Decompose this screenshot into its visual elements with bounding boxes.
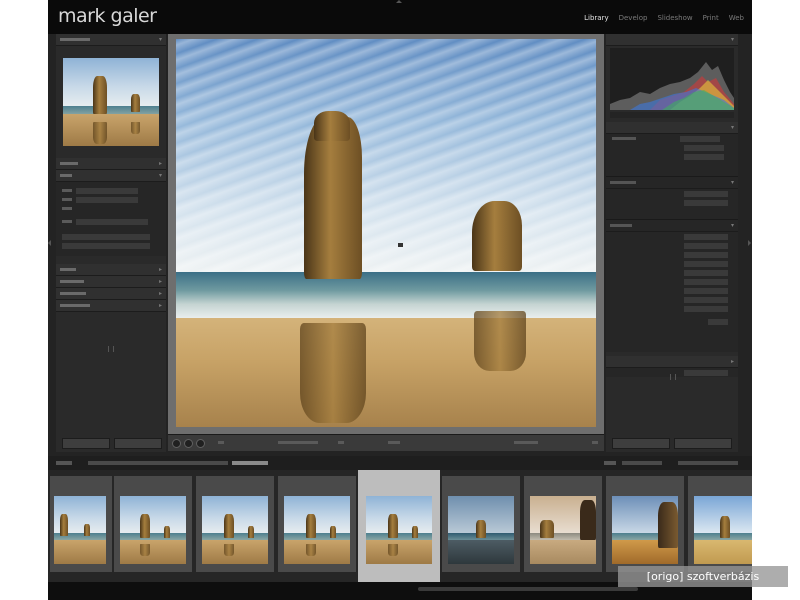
filmstrip-thumb[interactable] [50, 476, 112, 572]
quick-develop-row[interactable] [606, 143, 738, 152]
top-bar: mark galer Library Develop Slideshow Pri… [48, 0, 752, 34]
keywording-header[interactable]: ▾ [606, 177, 738, 189]
sync-settings-button[interactable] [674, 438, 732, 449]
filmstrip-thumb[interactable] [606, 476, 684, 572]
chevron-left-icon[interactable] [48, 240, 51, 246]
main-photo[interactable] [176, 39, 596, 427]
filmstrip-thumb[interactable] [442, 476, 520, 572]
filmstrip-filter-stars[interactable] [622, 461, 662, 465]
keywording-row[interactable] [606, 189, 738, 198]
toolbar-rotate[interactable] [388, 441, 400, 444]
find-panel-body [56, 182, 166, 256]
keywording-row[interactable] [606, 198, 738, 207]
histogram [610, 48, 734, 110]
filmstrip-source-path[interactable] [88, 461, 228, 465]
scrollbar-thumb[interactable] [418, 587, 638, 591]
module-print[interactable]: Print [703, 14, 719, 22]
filmstrip-header [48, 456, 752, 470]
filmstrip-filter-label [604, 461, 616, 465]
metadata-row[interactable] [606, 250, 738, 259]
module-slideshow[interactable]: Slideshow [657, 14, 692, 22]
import-button[interactable] [62, 438, 110, 449]
toolbar-info[interactable] [514, 441, 538, 444]
right-panel: ▾ ▾ ▾ ▾ ▸ [606, 34, 738, 452]
metadata-row[interactable] [606, 259, 738, 268]
histogram-header[interactable]: ▾ [606, 34, 738, 46]
panel-end-mark-icon [108, 346, 114, 352]
histogram-readout [610, 112, 734, 118]
export-button[interactable] [114, 438, 162, 449]
toolbar-menu[interactable] [592, 441, 598, 444]
metadata-body [606, 232, 738, 352]
metadata-row[interactable] [606, 286, 738, 295]
module-develop[interactable]: Develop [619, 14, 648, 22]
filmstrip-filter-controls[interactable] [678, 461, 738, 465]
module-web[interactable]: Web [729, 14, 744, 22]
find-row[interactable] [56, 204, 166, 213]
toolbar-flag[interactable] [338, 441, 344, 444]
loupe-view-icon[interactable] [184, 439, 193, 448]
identity-plate: mark galer [58, 5, 157, 27]
filmstrip-thumb[interactable] [524, 476, 602, 572]
find-row[interactable] [56, 217, 166, 226]
comments-header[interactable]: ▸ [606, 356, 738, 368]
quick-develop-row[interactable] [606, 152, 738, 161]
find-row[interactable] [56, 186, 166, 195]
metadata-row[interactable] [606, 277, 738, 286]
collections-header[interactable]: ▸ [56, 276, 166, 288]
metadata-row[interactable] [606, 317, 738, 326]
quick-develop-row[interactable] [606, 134, 738, 143]
find-header[interactable]: ▾ [56, 170, 166, 182]
find-row[interactable] [56, 232, 166, 241]
navigator-header[interactable]: ▾ [56, 34, 166, 46]
metadata-row[interactable] [606, 241, 738, 250]
filmstrip-current-file [232, 461, 268, 465]
find-row[interactable] [56, 241, 166, 250]
metadata-row[interactable] [606, 268, 738, 277]
metadata-browser-header[interactable]: ▸ [56, 300, 166, 312]
panel-end-mark-icon [670, 374, 676, 380]
sync-metadata-button[interactable] [612, 438, 670, 449]
toolbar-sort-control[interactable] [218, 441, 224, 444]
filmstrip-thumb[interactable] [688, 476, 752, 572]
navigator-preview[interactable] [63, 58, 159, 146]
toolbar [168, 434, 604, 451]
filmstrip-thumb[interactable] [278, 476, 356, 572]
metadata-row[interactable] [606, 304, 738, 313]
metadata-row[interactable] [606, 295, 738, 304]
chevron-up-icon[interactable] [396, 0, 402, 3]
bird [398, 243, 403, 247]
grid-view-icon[interactable] [172, 439, 181, 448]
compare-view-icon[interactable] [196, 439, 205, 448]
module-library[interactable]: Library [584, 14, 608, 22]
metadata-row[interactable] [606, 232, 738, 241]
keyword-tags-header[interactable]: ▸ [56, 288, 166, 300]
watermark: [origo] szoftverbázis [618, 566, 788, 587]
chevron-right-icon[interactable] [748, 240, 751, 246]
quick-develop-header[interactable]: ▾ [606, 122, 738, 134]
find-row[interactable] [56, 195, 166, 204]
catalog-header[interactable]: ▸ [56, 158, 166, 170]
filmstrip-thumb-selected[interactable] [358, 470, 440, 582]
module-picker: Library Develop Slideshow Print Web [584, 14, 744, 22]
filmstrip-thumb[interactable] [114, 476, 192, 572]
left-panel: ▾ ▸ ▾ ▸ ▸ ▸ ▸ [56, 34, 166, 452]
keywording-body [606, 189, 738, 220]
loupe-view[interactable] [168, 34, 604, 434]
folders-header[interactable]: ▸ [56, 264, 166, 276]
chevron-down-icon: ▾ [730, 36, 734, 43]
lightroom-window: mark galer Library Develop Slideshow Pri… [48, 0, 752, 600]
quick-develop-body [606, 134, 738, 177]
toolbar-rating[interactable] [278, 441, 318, 444]
chevron-down-icon: ▾ [158, 36, 162, 43]
filmstrip-nav-icon[interactable] [56, 461, 72, 465]
filmstrip-thumb[interactable] [196, 476, 274, 572]
chevron-down-icon: ▾ [730, 124, 734, 131]
metadata-header[interactable]: ▾ [606, 220, 738, 232]
